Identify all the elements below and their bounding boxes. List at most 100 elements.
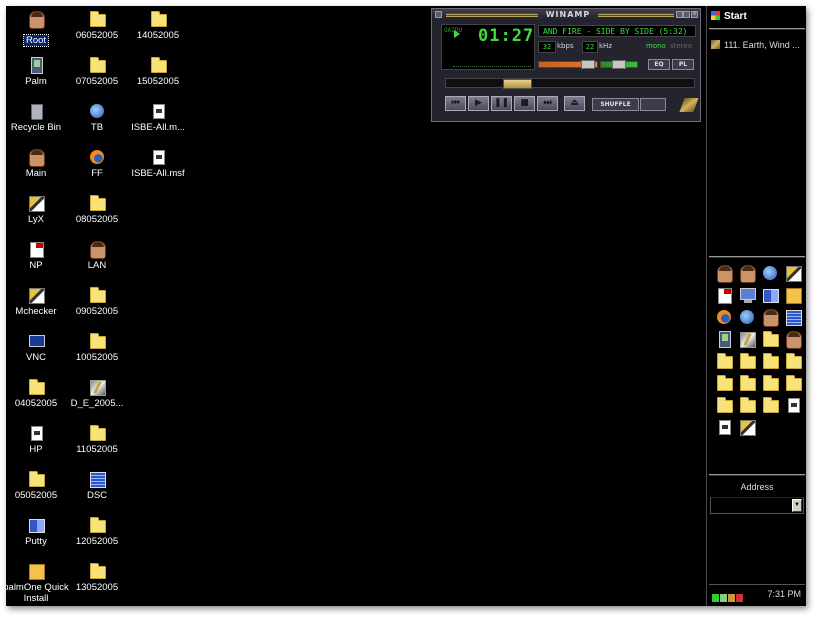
desktop-icon[interactable]: Recycle Bin (6, 100, 69, 146)
desktop-icon[interactable]: 04052005 (6, 376, 69, 422)
quick-launch-user-icon[interactable] (738, 264, 756, 283)
quick-launch-media-icon[interactable] (761, 264, 779, 282)
desktop-icon[interactable]: Putty (6, 514, 69, 560)
balance-knob[interactable] (612, 60, 626, 69)
desktop-icon[interactable]: FF (64, 146, 130, 192)
pause-button[interactable]: ❚❚ (491, 96, 512, 111)
balance-slider[interactable] (600, 60, 638, 69)
seek-bar[interactable] (445, 78, 695, 89)
eq-toggle-button[interactable]: EQ (648, 59, 670, 70)
play-button[interactable]: ▶ (468, 96, 489, 111)
desktop-icon[interactable]: 15052005 (125, 54, 191, 100)
quick-launch-user-icon[interactable] (715, 264, 733, 283)
desktop-icon[interactable]: 09052005 (64, 284, 130, 330)
desktop-icon[interactable]: VNC (6, 330, 69, 376)
desktop-icon[interactable]: ISBE-All.m... (125, 100, 191, 146)
clock[interactable]: 7:31 PM (767, 589, 801, 599)
desktop-icon[interactable]: 14052005 (125, 8, 191, 54)
quick-launch-folder-icon[interactable] (715, 396, 733, 414)
repeat-button[interactable] (640, 98, 666, 111)
quick-launch-putty-icon[interactable] (761, 286, 779, 304)
eject-button[interactable]: ⏏ (564, 96, 585, 111)
quick-launch-folder-icon[interactable] (784, 374, 802, 392)
quick-launch-document-icon[interactable] (715, 418, 733, 436)
desktop-icon[interactable]: 11052005 (64, 422, 130, 468)
quick-launch-document-icon[interactable] (784, 396, 802, 414)
desktop-icon[interactable]: TB (64, 100, 130, 146)
quick-launch-folder-icon[interactable] (715, 374, 733, 392)
quick-launch-lyx-icon[interactable] (784, 264, 802, 282)
previous-button[interactable]: ⏮ (445, 96, 466, 111)
desktop-icon[interactable]: HP (6, 422, 69, 468)
quick-launch-user-icon[interactable] (784, 330, 802, 349)
quick-launch-user-icon[interactable] (761, 308, 779, 327)
close-icon[interactable]: × (691, 11, 698, 18)
visualizer[interactable] (453, 52, 531, 67)
winamp-title-bar[interactable]: WINAMP × (432, 9, 700, 21)
elapsed-time[interactable]: 01:27 (478, 26, 534, 46)
volume-knob[interactable] (581, 60, 595, 69)
desktop-icon[interactable]: LyX (6, 192, 69, 238)
quick-launch-spreadsheet-icon[interactable] (784, 308, 802, 326)
desktop-icon[interactable]: palmOne Quick Install (6, 560, 69, 606)
volume-slider[interactable] (538, 60, 598, 69)
seek-knob[interactable] (503, 79, 532, 89)
quick-launch-folder-icon[interactable] (715, 352, 733, 370)
desktop-icon[interactable]: Main (6, 146, 69, 192)
address-dropdown-button[interactable]: ▼ (792, 499, 802, 512)
desktop-icon[interactable]: 12052005 (64, 514, 130, 560)
address-input[interactable]: ▼ (710, 497, 804, 514)
desktop-icon[interactable]: LAN (64, 238, 130, 284)
quick-launch-palm-icon[interactable] (715, 330, 733, 348)
desktop-icon[interactable]: 07052005 (64, 54, 130, 100)
quick-launch-folder-icon[interactable] (761, 374, 779, 392)
quick-launch-np-icon[interactable] (715, 286, 733, 304)
quick-launch-mchecker-icon[interactable] (738, 418, 756, 436)
desktop-icon[interactable]: Palm (6, 54, 69, 100)
desktop-icon[interactable]: 08052005 (64, 192, 130, 238)
playlist-toggle-button[interactable]: PL (672, 59, 694, 70)
quick-launch-thunderbird-icon[interactable] (738, 308, 756, 326)
minimize-icon[interactable] (676, 11, 683, 18)
quick-launch-folder-icon[interactable] (738, 352, 756, 370)
shuffle-button[interactable]: SHUFFLE (592, 98, 639, 111)
eq-label: EQ (654, 61, 664, 68)
shade-icon[interactable] (683, 11, 690, 18)
quick-launch-winamp-icon[interactable] (738, 330, 756, 348)
desktop-icon[interactable]: DSC (64, 468, 130, 514)
desktop-icon[interactable]: Mchecker (6, 284, 69, 330)
desktop-icon[interactable]: D_E_2005... (64, 376, 130, 422)
start-button[interactable]: Start (711, 10, 747, 24)
quick-launch-folder-icon[interactable] (761, 330, 779, 348)
desktop-icon[interactable]: 10052005 (64, 330, 130, 376)
desktop-icon[interactable]: 05052005 (6, 468, 69, 514)
winamp-logo-icon[interactable] (679, 98, 699, 112)
alert-tray-icon[interactable] (736, 594, 743, 602)
taskbar-item-winamp[interactable]: 111. Earth, Wind ... (711, 39, 805, 52)
song-title-marquee[interactable]: AND FIRE - SIDE BY SIDE (5:32) (538, 25, 696, 37)
desktop-icon[interactable]: ISBE-All.msf (125, 146, 191, 192)
sync-tray-icon[interactable] (720, 594, 727, 602)
stop-button[interactable]: ■ (514, 96, 535, 111)
quick-launch-folder-icon[interactable] (738, 374, 756, 392)
oaidu-indicator[interactable]: OAIDU (444, 27, 462, 34)
desktop-icon-label: Recycle Bin (10, 122, 62, 133)
winamp-window[interactable]: WINAMP × OAIDU 01:27 AND FIRE - SIDE BY … (431, 8, 701, 122)
desktop[interactable]: Root 06052005 14052005 Palm 07052005 15052005… (6, 6, 806, 606)
quick-launch-firefox-icon[interactable] (715, 308, 733, 326)
quick-launch-quick-install-icon[interactable] (784, 286, 802, 304)
next-button[interactable]: ⏭ (537, 96, 558, 111)
quick-launch-folder-icon[interactable] (784, 352, 802, 370)
desktop-icon[interactable]: 06052005 (64, 8, 130, 54)
desktop-icon[interactable]: Root (6, 8, 69, 54)
start-label: Start (724, 11, 747, 22)
quick-launch-folder-icon[interactable] (761, 352, 779, 370)
quick-launch-folder-icon[interactable] (738, 396, 756, 414)
desktop-icon[interactable]: 13052005 (64, 560, 130, 606)
quick-launch-monitor-icon[interactable] (738, 286, 756, 304)
winamp-menu-icon[interactable] (435, 11, 442, 18)
desktop-icon[interactable]: NP (6, 238, 69, 284)
quick-launch-folder-icon[interactable] (761, 396, 779, 414)
network-tray-icon[interactable] (712, 594, 719, 602)
volume-tray-icon[interactable] (728, 594, 735, 602)
